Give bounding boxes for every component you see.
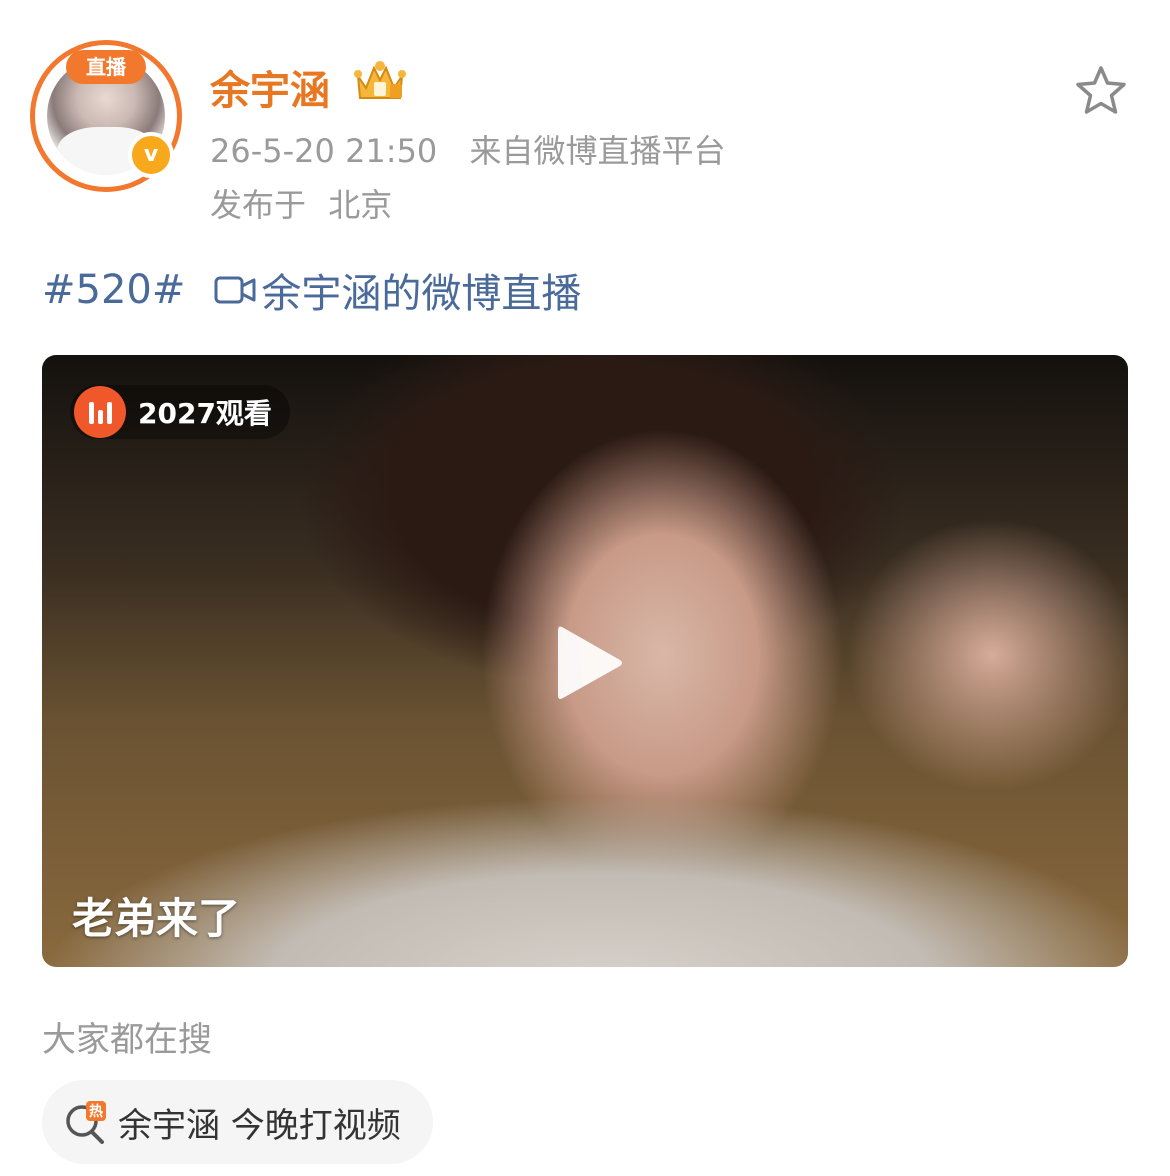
svg-text:热: 热 bbox=[89, 1103, 103, 1120]
hot-search-icon: 热 bbox=[66, 1101, 106, 1144]
video-caption: 老弟来了 bbox=[72, 894, 241, 943]
post-meta: 26-5-20 21:50 来自微博直播平台 bbox=[210, 126, 725, 172]
trending-search-label: 余宇涵 今晚打视频 bbox=[118, 1105, 401, 1146]
star-outline-icon[interactable] bbox=[1074, 64, 1128, 116]
trending-search-chip[interactable]: 热 余宇涵 今晚打视频 bbox=[42, 1080, 433, 1164]
timestamp: 26-5-20 21:50 bbox=[210, 132, 438, 170]
crown-badge-icon[interactable] bbox=[352, 58, 408, 104]
post-source: 来自微博直播平台 bbox=[469, 132, 726, 170]
location-name: 北京 bbox=[328, 186, 393, 224]
live-video-card[interactable]: 2027观看 老弟来了 bbox=[42, 355, 1128, 967]
view-count: 2027观看 bbox=[138, 397, 272, 430]
username[interactable]: 余宇涵 bbox=[210, 58, 330, 116]
view-count-pill: 2027观看 bbox=[70, 385, 290, 439]
play-icon[interactable] bbox=[554, 621, 626, 705]
live-badge: 直播 bbox=[66, 50, 146, 84]
video-camera-icon bbox=[214, 276, 256, 304]
location-prefix: 发布于 bbox=[210, 186, 307, 224]
trending-search-title: 大家都在搜 bbox=[42, 1020, 212, 1060]
verified-v-icon: v bbox=[128, 132, 174, 178]
post-text: #520# 余宇涵的微博直播 bbox=[42, 262, 581, 318]
live-link[interactable]: 余宇涵的微博直播 bbox=[213, 261, 581, 319]
live-link-label: 余宇涵的微博直播 bbox=[261, 271, 582, 317]
live-bars-icon bbox=[74, 386, 126, 438]
post-location: 发布于 北京 bbox=[210, 180, 392, 226]
hashtag-link[interactable]: #520# bbox=[42, 267, 185, 313]
weibo-post: 直播 v 余宇涵 26-5-20 21:50 来自微博直播平台 发布于 北京 #… bbox=[0, 0, 1170, 1176]
